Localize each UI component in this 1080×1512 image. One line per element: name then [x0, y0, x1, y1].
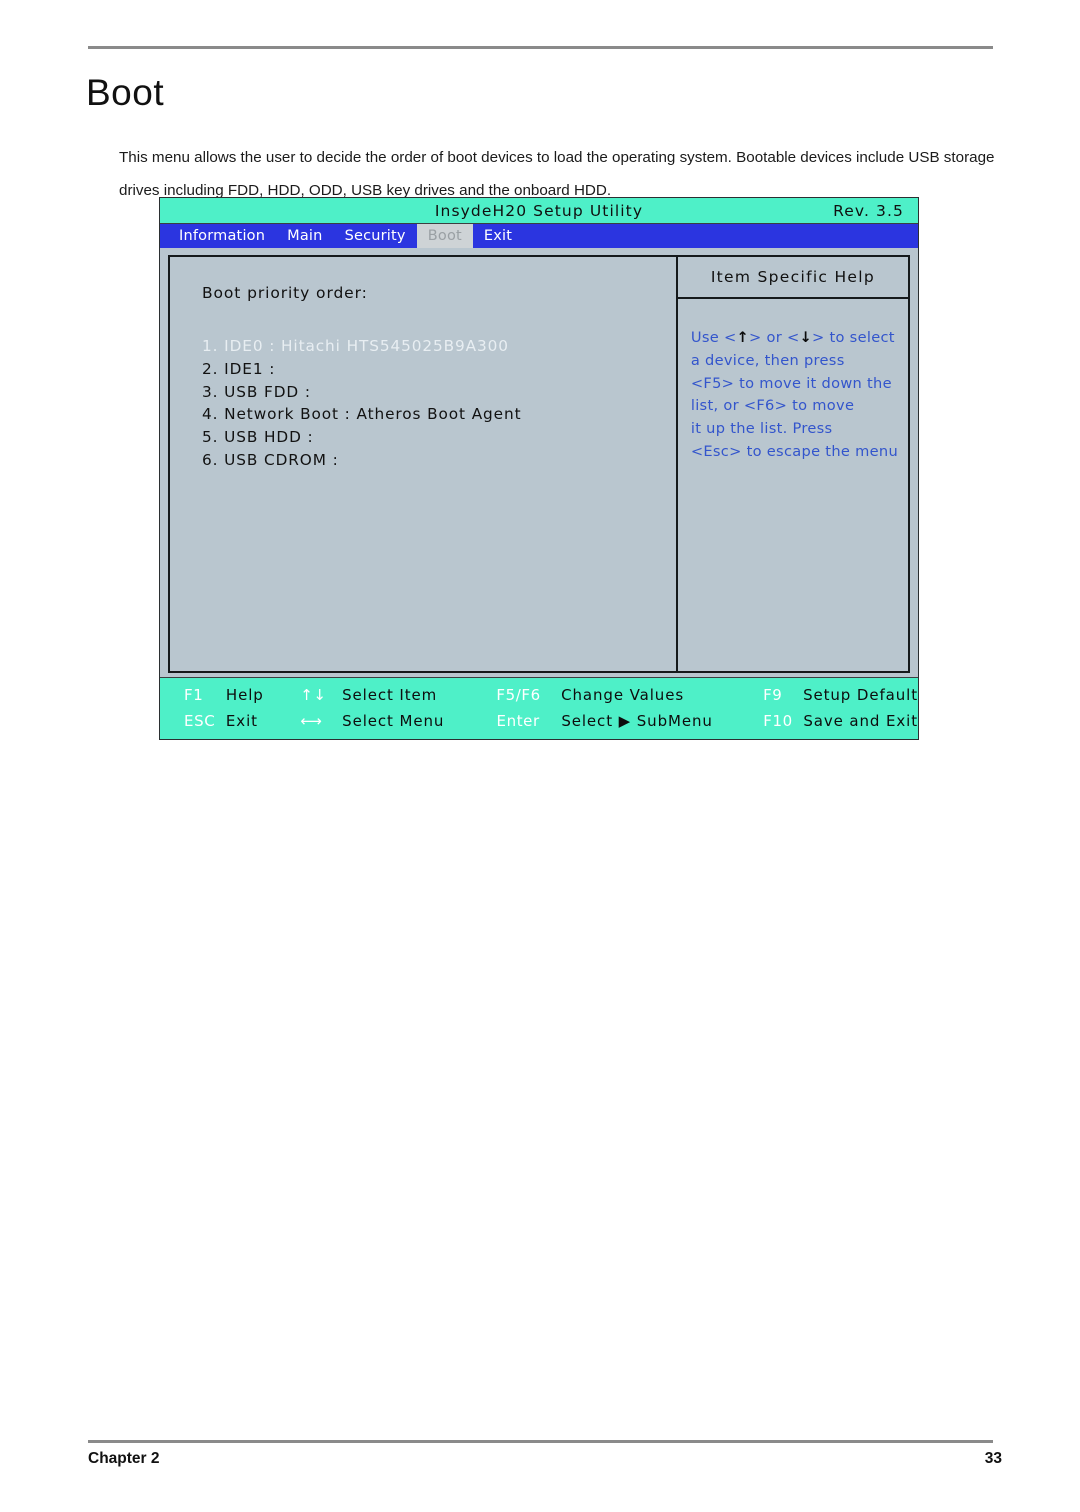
footer-page-number: 33 [984, 1450, 1002, 1467]
help-text-mid: > or < [749, 329, 800, 346]
bios-setup-window: InsydeH20 Setup Utility Rev. 3.5 Informa… [159, 197, 919, 740]
fkey-select-submenu-action: Select ▶ SubMenu [561, 712, 713, 730]
tab-main[interactable]: Main [276, 224, 333, 248]
fkey-f9[interactable]: F9 [763, 686, 803, 704]
tab-information[interactable]: Information [168, 224, 276, 248]
help-panel-title: Item Specific Help [710, 268, 876, 286]
header-rule [88, 46, 993, 49]
fkey-enter[interactable]: Enter [497, 712, 562, 730]
help-line: <Esc> to escape the menu [690, 442, 898, 460]
function-key-row-2: ESC Exit ⟷ Select Menu Enter Select ▶ Su… [160, 708, 918, 734]
arrow-down-icon: ↓ [799, 329, 813, 346]
help-line: a device, then press [690, 351, 845, 369]
fkey-select-menu-action: Select Menu [342, 712, 445, 730]
footer-rule [88, 1440, 993, 1443]
help-line: list, or <F6> to move [690, 397, 855, 415]
help-text-post: > to select [812, 329, 895, 346]
fkey-setup-default-action: Setup Default [803, 686, 918, 704]
fkey-f5f6[interactable]: F5/F6 [496, 686, 561, 704]
boot-list-item[interactable]: 3. USB FDD : [202, 381, 521, 404]
function-key-row-1: F1 Help ↑↓ Select Item F5/F6 Change Valu… [160, 682, 918, 708]
bios-content-area: Boot priority order: 1. IDE0 : Hitachi H… [160, 248, 918, 675]
bios-utility-title: InsydeH20 Setup Utility [434, 201, 644, 220]
bios-revision: Rev. 3.5 [833, 201, 904, 220]
help-line: it up the list. Press [690, 420, 833, 438]
help-panel-header: Item Specific Help [677, 257, 908, 299]
boot-list-item[interactable]: 2. IDE1 : [202, 358, 521, 381]
bios-tab-bar[interactable]: Information Main Security Boot Exit [160, 224, 918, 248]
updown-arrows-icon: ↑↓ [300, 686, 327, 704]
bios-panels: Boot priority order: 1. IDE0 : Hitachi H… [168, 255, 910, 673]
help-line: Use <↑> or <↓> to select [691, 327, 898, 350]
fkey-change-values-action: Change Values [561, 686, 685, 704]
fkey-esc-action: Exit [225, 712, 258, 730]
function-key-bar: F1 Help ↑↓ Select Item F5/F6 Change Valu… [160, 677, 918, 739]
boot-priority-panel: Boot priority order: 1. IDE0 : Hitachi H… [170, 257, 678, 671]
tab-exit[interactable]: Exit [473, 224, 523, 248]
help-panel-body: Use <↑> or <↓> to select a device, then … [678, 299, 908, 671]
help-line: <F5> to move it down the [690, 374, 892, 392]
arrow-up-icon: ↑ [736, 329, 750, 346]
fkey-esc[interactable]: ESC [184, 712, 226, 730]
fkey-f10[interactable]: F10 [763, 712, 803, 730]
page-title: Boot [86, 72, 165, 113]
tab-boot[interactable]: Boot [416, 224, 473, 248]
boot-list-item[interactable]: 5. USB HDD : [202, 426, 521, 449]
boot-list-item[interactable]: 4. Network Boot : Atheros Boot Agent [202, 403, 521, 426]
footer-chapter: Chapter 2 [88, 1450, 160, 1467]
fkey-select-item-action: Select Item [342, 686, 438, 704]
fkey-save-and-exit-action: Save and Exit [803, 712, 918, 730]
help-text-pre: Use < [690, 329, 737, 346]
bios-titlebar: InsydeH20 Setup Utility Rev. 3.5 [160, 198, 918, 224]
fkey-f1-action: Help [225, 686, 264, 704]
tab-security[interactable]: Security [334, 224, 417, 248]
boot-priority-heading: Boot priority order: [202, 284, 368, 302]
boot-list-item[interactable]: 1. IDE0 : Hitachi HTS545025B9A300 [202, 335, 521, 358]
boot-priority-list[interactable]: 1. IDE0 : Hitachi HTS545025B9A300 2. IDE… [202, 335, 521, 472]
item-specific-help-panel: Item Specific Help Use <↑> or <↓> to sel… [677, 257, 908, 671]
document-page: Boot This menu allows the user to decide… [0, 0, 1080, 1512]
leftright-arrows-icon: ⟷ [300, 712, 323, 730]
fkey-f1[interactable]: F1 [184, 686, 226, 704]
boot-list-item[interactable]: 6. USB CDROM : [202, 449, 521, 472]
